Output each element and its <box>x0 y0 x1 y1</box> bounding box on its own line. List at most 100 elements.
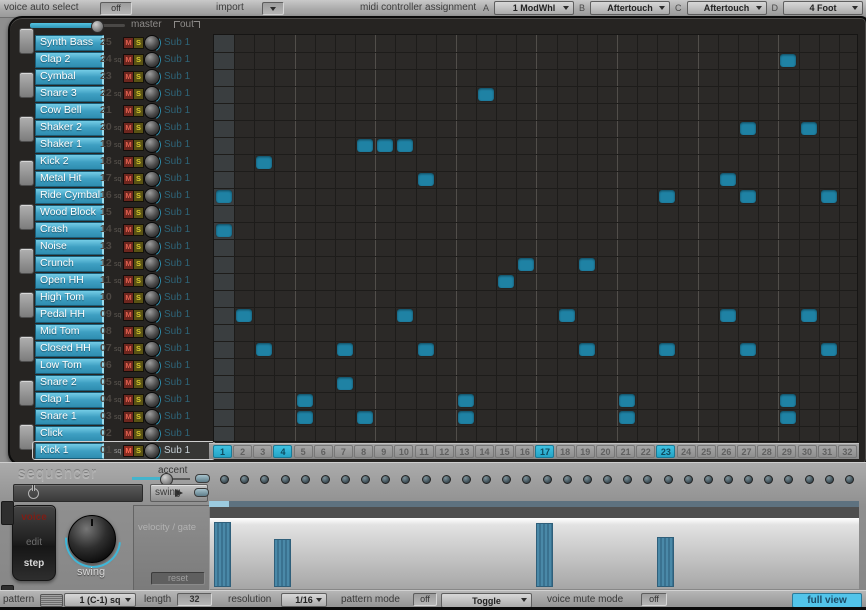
track-name-plate[interactable]: Open HH <box>35 273 104 289</box>
pattern-mode-off-button[interactable]: off <box>413 593 437 606</box>
pan-knob[interactable] <box>144 307 160 323</box>
pan-knob[interactable] <box>144 171 160 187</box>
grid-cell-active[interactable] <box>740 190 756 203</box>
grid-cell-active[interactable] <box>337 377 353 390</box>
accent-step-dot[interactable] <box>744 475 753 484</box>
grid-cell-active[interactable] <box>720 309 736 322</box>
pan-knob[interactable] <box>144 443 160 459</box>
pan-knob[interactable] <box>144 52 160 68</box>
reset-button[interactable]: reset <box>151 572 205 585</box>
grid-cell-active[interactable] <box>780 411 796 424</box>
step-number-button[interactable]: 11 <box>415 445 434 458</box>
step-number-button[interactable]: 29 <box>777 445 796 458</box>
grid-cell-active[interactable] <box>478 88 494 101</box>
pan-knob[interactable] <box>144 358 160 374</box>
accent-step-dot[interactable] <box>704 475 713 484</box>
track-name-plate[interactable]: Snare 2 <box>35 375 104 391</box>
output-select[interactable]: Sub 1 <box>164 190 190 201</box>
pan-knob[interactable] <box>144 239 160 255</box>
track-name-plate[interactable]: Shaker 2 <box>35 120 104 136</box>
step-number-button[interactable]: 12 <box>435 445 454 458</box>
full-view-button[interactable]: full view <box>792 593 862 608</box>
grid-cell-active[interactable] <box>337 343 353 356</box>
step-number-button[interactable]: 5 <box>294 445 313 458</box>
grid-cell-active[interactable] <box>458 394 474 407</box>
track-name-plate[interactable]: Kick 2 <box>35 154 104 170</box>
output-select[interactable]: Sub 1 <box>164 394 190 405</box>
track-name-plate[interactable]: Wood Block <box>35 205 104 221</box>
grid-cell-active[interactable] <box>458 411 474 424</box>
track-drag-handle[interactable] <box>19 248 34 274</box>
grid-cell-active[interactable] <box>297 394 313 407</box>
swing-led-button[interactable] <box>194 488 209 497</box>
import-dropdown-button[interactable] <box>262 2 284 15</box>
pan-knob[interactable] <box>144 290 160 306</box>
accent-step-dot[interactable] <box>664 475 673 484</box>
track-drag-handle[interactable] <box>19 72 34 98</box>
step-number-button[interactable]: 4 <box>273 445 292 458</box>
output-select[interactable]: Sub 1 <box>164 309 190 320</box>
controller-a-dropdown[interactable]: 1 ModWhl <box>494 1 574 15</box>
sequencer-power-bar[interactable] <box>13 484 143 502</box>
pan-knob[interactable] <box>144 222 160 238</box>
accent-step-dot[interactable] <box>724 475 733 484</box>
grid-cell-active[interactable] <box>659 190 675 203</box>
track-drag-handle[interactable] <box>19 204 34 230</box>
grid-cell-active[interactable] <box>397 139 413 152</box>
accent-step-dot[interactable] <box>643 475 652 484</box>
length-field[interactable]: 32 <box>177 593 212 606</box>
accent-step-dot[interactable] <box>220 475 229 484</box>
output-select[interactable]: Sub 1 <box>164 360 190 371</box>
pan-knob[interactable] <box>144 103 160 119</box>
velocity-bar[interactable] <box>274 539 291 587</box>
step-number-button[interactable]: 22 <box>636 445 655 458</box>
step-number-button[interactable]: 21 <box>616 445 635 458</box>
track-drag-handle[interactable] <box>19 160 34 186</box>
step-number-button[interactable]: 27 <box>737 445 756 458</box>
step-number-button[interactable]: 10 <box>394 445 413 458</box>
accent-step-dot[interactable] <box>522 475 531 484</box>
accent-step-dot[interactable] <box>281 475 290 484</box>
velocity-gate-area[interactable] <box>209 518 859 589</box>
step-number-button[interactable]: 8 <box>354 445 373 458</box>
pan-knob[interactable] <box>144 188 160 204</box>
pan-knob[interactable] <box>144 273 160 289</box>
accent-step-dot[interactable] <box>845 475 854 484</box>
accent-step-dot[interactable] <box>563 475 572 484</box>
track-drag-handle[interactable] <box>19 380 34 406</box>
step-number-button[interactable]: 3 <box>253 445 272 458</box>
grid-cell-active[interactable] <box>559 309 575 322</box>
import-label[interactable]: import <box>216 2 244 13</box>
accent-step-dot[interactable] <box>321 475 330 484</box>
track-name-plate[interactable]: Low Tom <box>35 358 104 374</box>
grid-cell-active[interactable] <box>377 139 393 152</box>
mode-step-label[interactable]: step <box>13 558 55 569</box>
track-drag-handle[interactable] <box>19 424 34 450</box>
controller-c-dropdown[interactable]: Aftertouch <box>687 1 767 15</box>
pattern-grid-icon[interactable] <box>40 594 63 607</box>
pan-knob[interactable] <box>144 120 160 136</box>
accent-step-dot[interactable] <box>401 475 410 484</box>
grid-cell-active[interactable] <box>357 411 373 424</box>
pan-knob[interactable] <box>144 426 160 442</box>
edit-mode-switch[interactable]: voice edit step <box>12 505 56 581</box>
grid-cell-active[interactable] <box>619 394 635 407</box>
step-grid[interactable] <box>213 34 858 442</box>
grid-cell-active[interactable] <box>357 139 373 152</box>
accent-step-dot[interactable] <box>784 475 793 484</box>
grid-cell-active[interactable] <box>216 190 232 203</box>
accent-step-dot[interactable] <box>240 475 249 484</box>
track-name-plate[interactable]: Clap 2 <box>35 52 104 68</box>
grid-cell-active[interactable] <box>780 394 796 407</box>
pan-knob[interactable] <box>144 35 160 51</box>
step-number-button[interactable]: 32 <box>838 445 857 458</box>
pan-knob[interactable] <box>144 341 160 357</box>
output-select[interactable]: Sub 1 <box>164 241 190 252</box>
grid-cell-active[interactable] <box>579 258 595 271</box>
step-number-button[interactable]: 23 <box>656 445 675 458</box>
step-number-button[interactable]: 16 <box>515 445 534 458</box>
output-select[interactable]: Sub 1 <box>164 122 190 133</box>
pan-knob[interactable] <box>144 375 160 391</box>
grid-cell-active[interactable] <box>579 343 595 356</box>
track-name-plate[interactable]: Closed HH <box>35 341 104 357</box>
